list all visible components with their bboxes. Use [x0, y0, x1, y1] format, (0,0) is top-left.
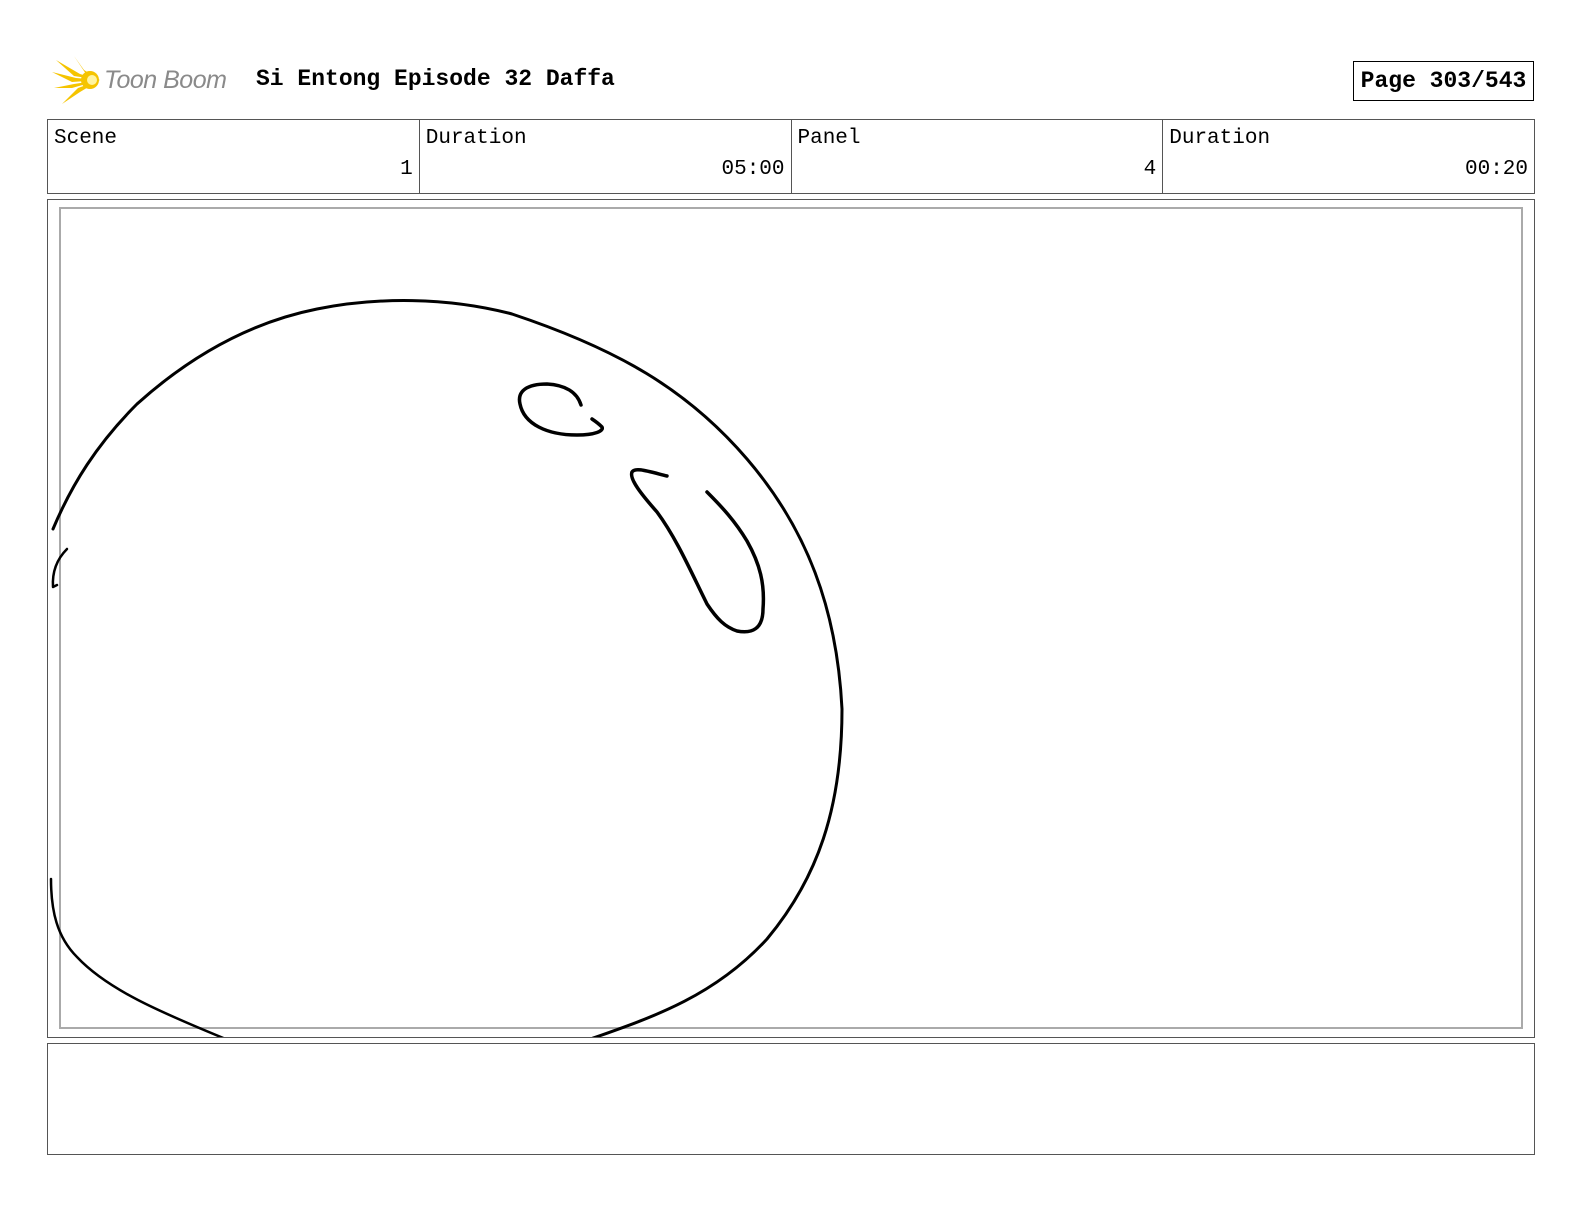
bubble-outline-right — [51, 299, 844, 1037]
panel-duration-value: 00:20 — [1464, 158, 1528, 181]
scene-value: 1 — [400, 158, 413, 181]
panel-cell: Panel 4 — [792, 120, 1164, 193]
page-indicator: Page 303/543 — [1353, 61, 1534, 101]
panel-sketch — [49, 299, 844, 1037]
scene-duration-value: 05:00 — [721, 158, 785, 181]
highlight-large — [629, 468, 766, 634]
sunburst-icon — [52, 56, 100, 104]
panel-duration-cell: Duration 00:20 — [1163, 120, 1534, 193]
notes-area — [47, 1043, 1535, 1155]
panel-duration-label: Duration — [1169, 127, 1271, 150]
storyboard-title: Si Entong Episode 32 Daffa — [256, 66, 615, 92]
panel-label: Panel — [797, 127, 861, 150]
scene-duration-cell: Duration 05:00 — [420, 120, 792, 193]
logo-text: Toon Boom — [104, 66, 227, 94]
scene-duration-label: Duration — [425, 127, 527, 150]
scene-cell: Scene 1 — [48, 120, 420, 193]
highlight-small — [517, 382, 604, 437]
toon-boom-logo: Toon Boom — [50, 54, 240, 108]
panel-info-table: Scene 1 Duration 05:00 Panel 4 Duration … — [47, 119, 1535, 194]
bubble-outline — [49, 877, 225, 1037]
scene-label: Scene — [54, 127, 118, 150]
panel-value: 4 — [1143, 158, 1157, 181]
bubble-outline-tail — [51, 547, 69, 589]
